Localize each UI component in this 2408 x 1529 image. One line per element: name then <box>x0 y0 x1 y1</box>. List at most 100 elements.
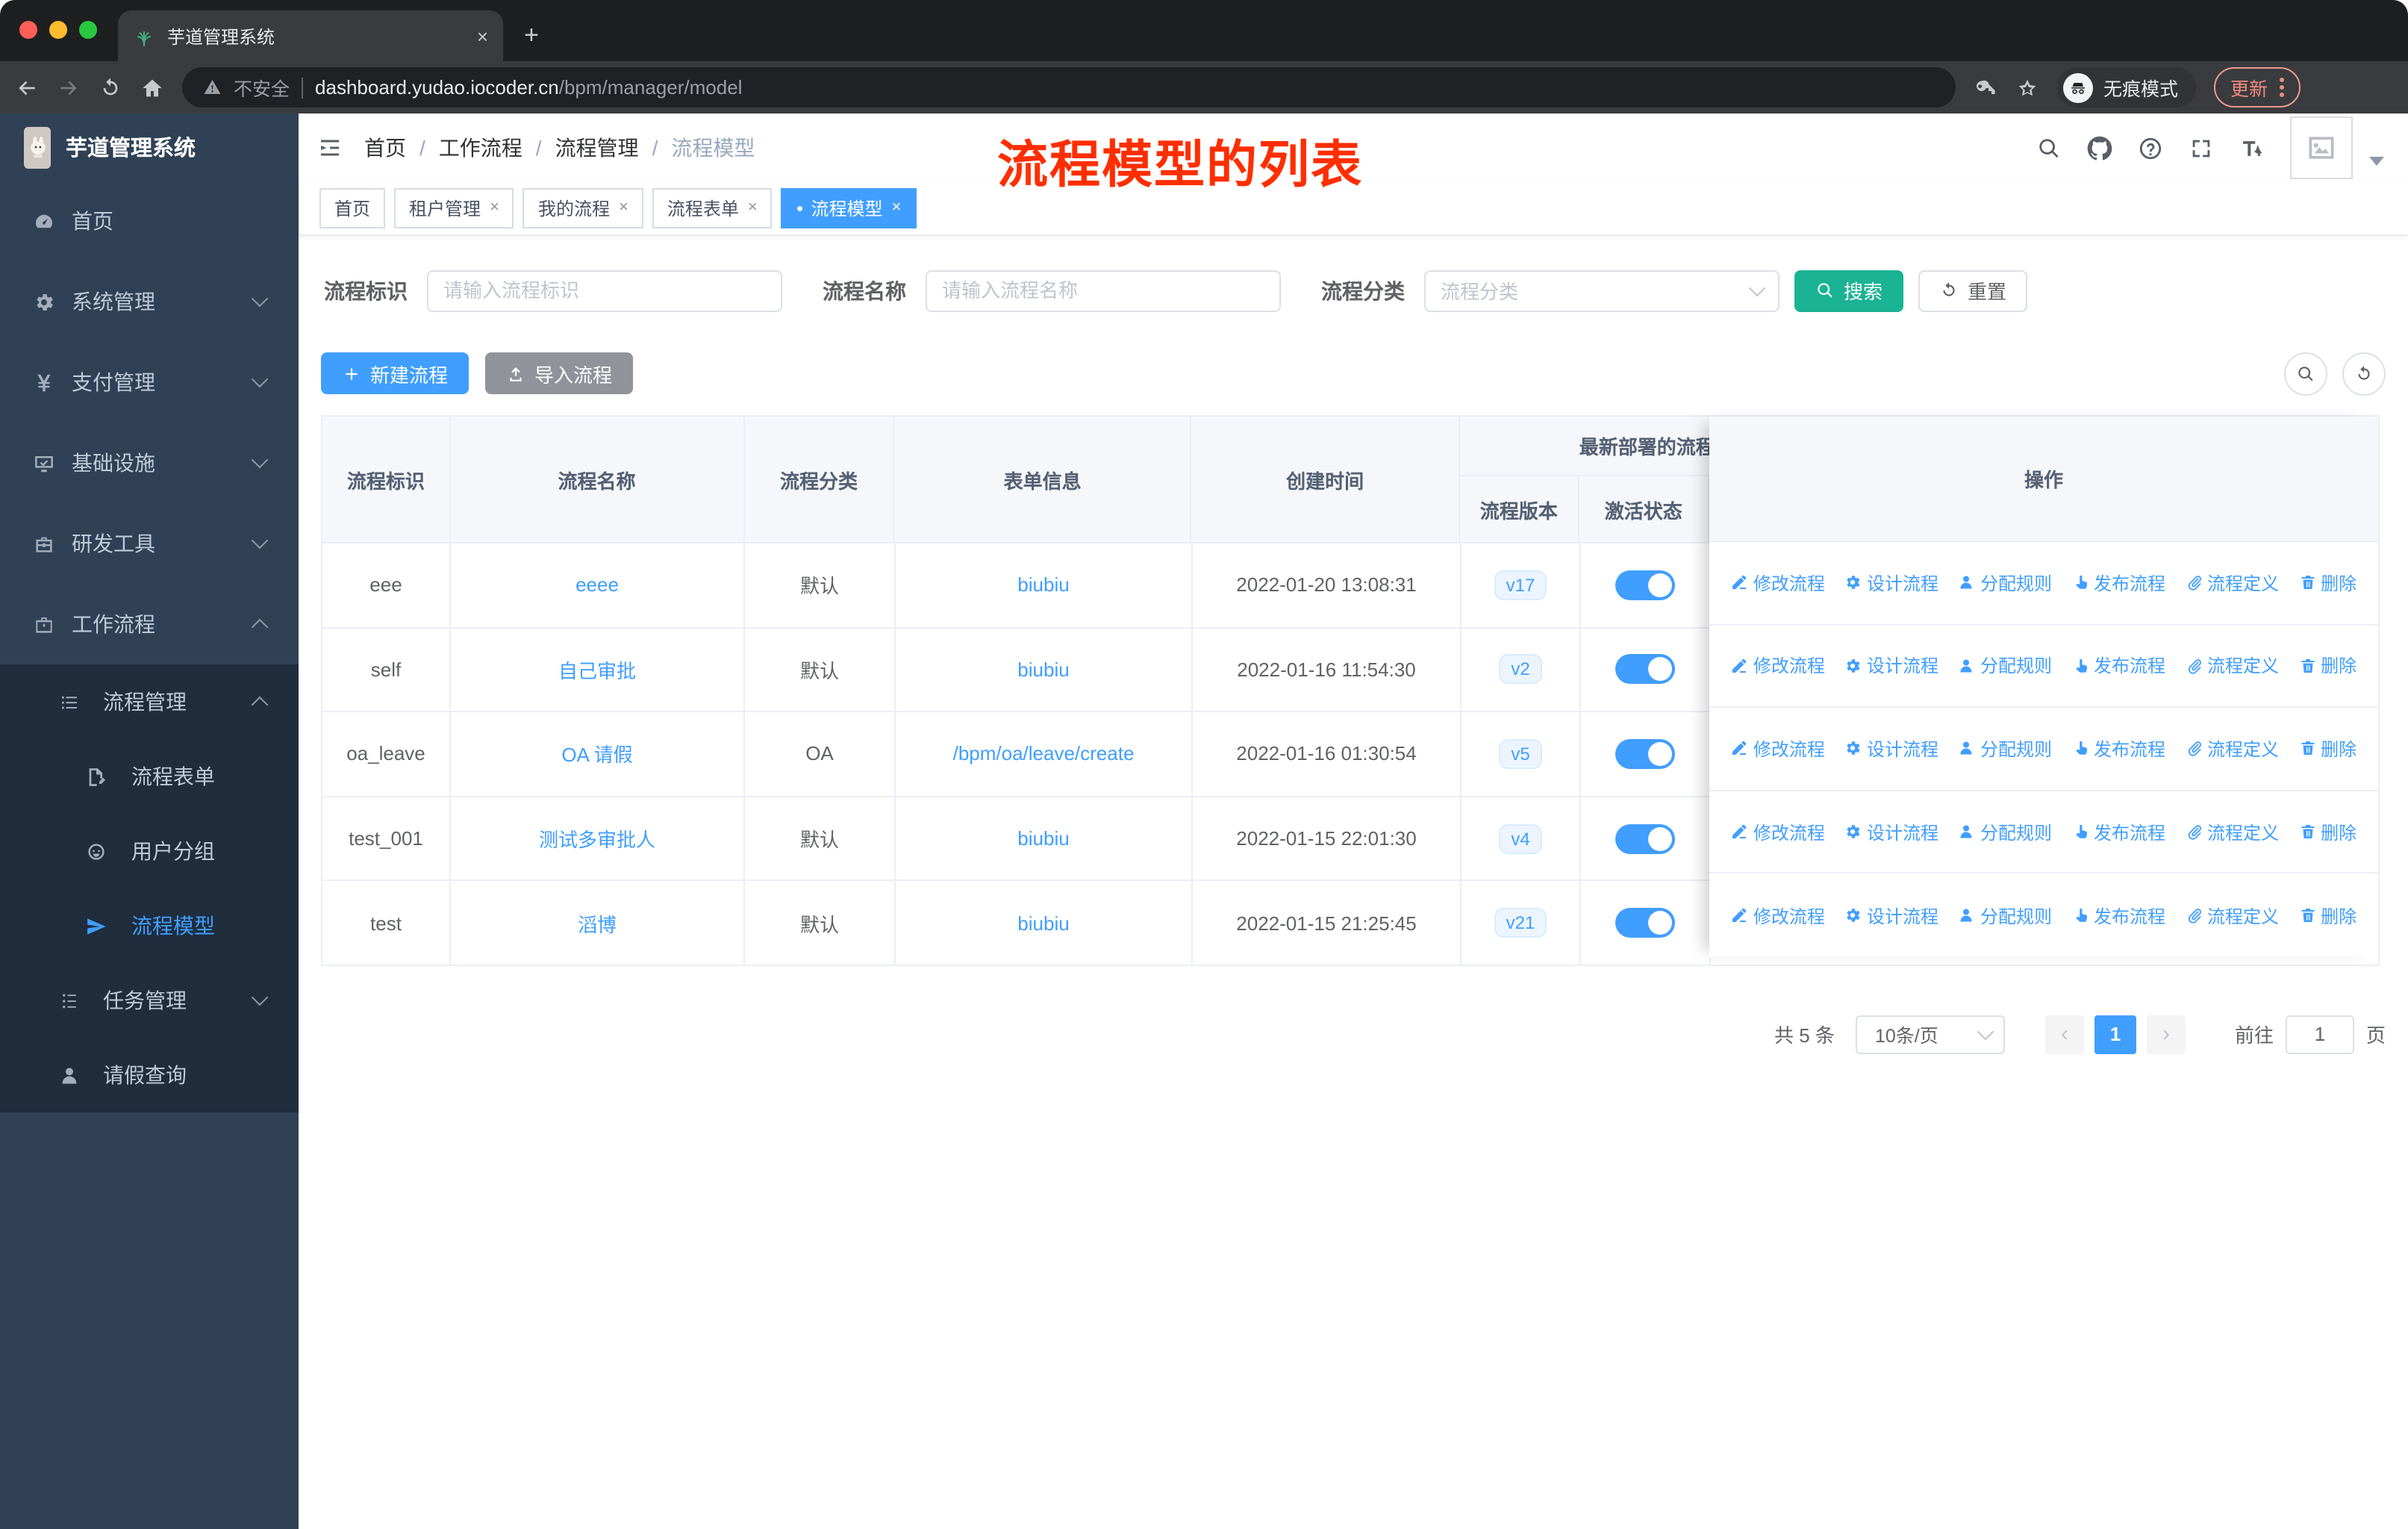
process-definition-link[interactable]: 流程定义 <box>2185 903 2279 928</box>
design-model-link[interactable]: 设计流程 <box>1844 653 1938 679</box>
close-icon[interactable]: × <box>891 199 901 217</box>
sidebar-item-process-model[interactable]: 流程模型 <box>0 888 299 963</box>
tag-process-model[interactable]: ● 流程模型 × <box>781 187 917 228</box>
bookmark-star-icon[interactable] <box>2015 75 2039 99</box>
publish-model-link[interactable]: 发布流程 <box>2071 903 2165 928</box>
design-model-link[interactable]: 设计流程 <box>1844 903 1938 928</box>
edit-model-link[interactable]: 修改流程 <box>1731 570 1825 596</box>
delete-link[interactable]: 删除 <box>2298 653 2356 679</box>
model-name-link[interactable]: 测试多审批人 <box>539 824 655 853</box>
close-icon[interactable]: × <box>748 199 758 217</box>
forward-icon[interactable] <box>57 75 81 99</box>
process-category-select[interactable]: 流程分类 <box>1424 270 1780 311</box>
publish-model-link[interactable]: 发布流程 <box>2071 570 2165 596</box>
sidebar-item-workflow[interactable]: 工作流程 <box>0 584 299 664</box>
search-button[interactable]: 搜索 <box>1794 270 1904 311</box>
search-icon[interactable] <box>2036 132 2062 162</box>
tag-tenant[interactable]: 租户管理 × <box>394 187 514 228</box>
sidebar-item-process-management[interactable]: 流程管理 <box>0 664 299 739</box>
delete-link[interactable]: 删除 <box>2298 819 2356 844</box>
process-definition-link[interactable]: 流程定义 <box>2185 819 2279 844</box>
key-icon[interactable] <box>1974 75 1997 99</box>
active-toggle[interactable] <box>1615 738 1675 769</box>
menu-dots-icon[interactable] <box>2280 78 2285 97</box>
create-process-button[interactable]: 新建流程 <box>321 352 470 394</box>
github-icon[interactable] <box>2087 132 2112 162</box>
model-name-link[interactable]: OA 请假 <box>561 740 632 768</box>
zoom-window-button[interactable] <box>79 21 97 39</box>
browser-tab[interactable]: 芋道管理系统 × <box>118 10 503 61</box>
form-info-link[interactable]: biubiu <box>1017 827 1069 850</box>
delete-link[interactable]: 删除 <box>2298 570 2356 596</box>
model-name-link[interactable]: eeee <box>576 574 619 597</box>
assign-rule-link[interactable]: 分配规则 <box>1958 736 2052 762</box>
tag-my-process[interactable]: 我的流程 × <box>523 187 643 228</box>
design-model-link[interactable]: 设计流程 <box>1844 570 1938 596</box>
active-toggle[interactable] <box>1615 823 1675 854</box>
assign-rule-link[interactable]: 分配规则 <box>1958 570 2052 596</box>
show-search-button[interactable] <box>2284 352 2327 395</box>
reset-button[interactable]: 重置 <box>1918 270 2028 311</box>
process-definition-link[interactable]: 流程定义 <box>2185 653 2279 679</box>
assign-rule-link[interactable]: 分配规则 <box>1958 903 2052 928</box>
close-icon[interactable]: × <box>490 199 499 217</box>
new-tab-button[interactable]: + <box>524 21 539 51</box>
tag-home[interactable]: 首页 <box>319 187 386 228</box>
goto-page-input[interactable] <box>2285 1015 2354 1054</box>
page-size-select[interactable]: 10条/页 <box>1855 1015 2005 1054</box>
sidebar-item-system[interactable]: 系统管理 <box>0 261 299 342</box>
sidebar-fold-icon[interactable] <box>316 134 343 161</box>
tab-close-icon[interactable]: × <box>477 25 488 47</box>
form-info-link[interactable]: biubiu <box>1017 658 1069 681</box>
sidebar-item-process-form[interactable]: 流程表单 <box>0 739 299 814</box>
delete-link[interactable]: 删除 <box>2298 903 2356 928</box>
breadcrumb-home[interactable]: 首页 <box>364 132 406 162</box>
refresh-table-button[interactable] <box>2342 352 2386 395</box>
update-button[interactable]: 更新 <box>2214 67 2301 108</box>
form-info-link[interactable]: /bpm/oa/leave/create <box>953 743 1135 765</box>
form-info-link[interactable]: biubiu <box>1017 574 1069 597</box>
form-info-link[interactable]: biubiu <box>1017 912 1069 934</box>
home-icon[interactable] <box>140 75 164 99</box>
breadcrumb-process-management[interactable]: 流程管理 <box>555 132 639 162</box>
sidebar-item-infrastructure[interactable]: 基础设施 <box>0 423 299 503</box>
window-controls[interactable] <box>19 21 97 39</box>
sidebar-item-task-management[interactable]: 任务管理 <box>0 963 299 1038</box>
import-process-button[interactable]: 导入流程 <box>485 352 634 394</box>
process-definition-link[interactable]: 流程定义 <box>2185 570 2279 596</box>
sidebar-item-home[interactable]: 首页 <box>0 181 299 261</box>
help-icon[interactable] <box>2138 132 2163 162</box>
active-toggle[interactable] <box>1615 654 1675 685</box>
delete-link[interactable]: 删除 <box>2298 736 2356 762</box>
edit-model-link[interactable]: 修改流程 <box>1731 736 1825 762</box>
process-id-input[interactable] <box>427 270 782 311</box>
edit-model-link[interactable]: 修改流程 <box>1731 903 1825 928</box>
back-icon[interactable] <box>15 75 39 99</box>
sidebar-item-devtools[interactable]: 研发工具 <box>0 503 299 584</box>
tag-process-form[interactable]: 流程表单 × <box>652 187 773 228</box>
assign-rule-link[interactable]: 分配规则 <box>1958 653 2052 679</box>
fullscreen-icon[interactable] <box>2189 132 2214 162</box>
edit-model-link[interactable]: 修改流程 <box>1731 653 1825 679</box>
address-bar[interactable]: 不安全 dashboard.yudao.iocoder.cn/bpm/manag… <box>182 67 1956 108</box>
process-name-input[interactable] <box>926 270 1281 311</box>
breadcrumb-workflow[interactable]: 工作流程 <box>439 132 523 162</box>
assign-rule-link[interactable]: 分配规则 <box>1958 819 2052 844</box>
model-name-link[interactable]: 自己审批 <box>558 655 636 684</box>
sidebar-item-user-group[interactable]: 用户分组 <box>0 814 299 888</box>
edit-model-link[interactable]: 修改流程 <box>1731 819 1825 844</box>
design-model-link[interactable]: 设计流程 <box>1844 819 1938 844</box>
close-icon[interactable]: × <box>619 199 628 217</box>
active-toggle[interactable] <box>1615 570 1675 600</box>
minimize-window-button[interactable] <box>49 21 67 39</box>
close-window-button[interactable] <box>19 21 37 39</box>
next-page-button[interactable]: › <box>2146 1015 2186 1054</box>
current-page-button[interactable]: 1 <box>2094 1015 2136 1054</box>
font-size-icon[interactable] <box>2239 132 2265 162</box>
publish-model-link[interactable]: 发布流程 <box>2071 736 2165 762</box>
prev-page-button[interactable]: ‹ <box>2044 1015 2084 1054</box>
sidebar-item-payment[interactable]: 支付管理 <box>0 342 299 423</box>
avatar[interactable] <box>2290 116 2353 178</box>
publish-model-link[interactable]: 发布流程 <box>2071 653 2165 679</box>
sidebar-item-leave-query[interactable]: 请假查询 <box>0 1038 299 1112</box>
